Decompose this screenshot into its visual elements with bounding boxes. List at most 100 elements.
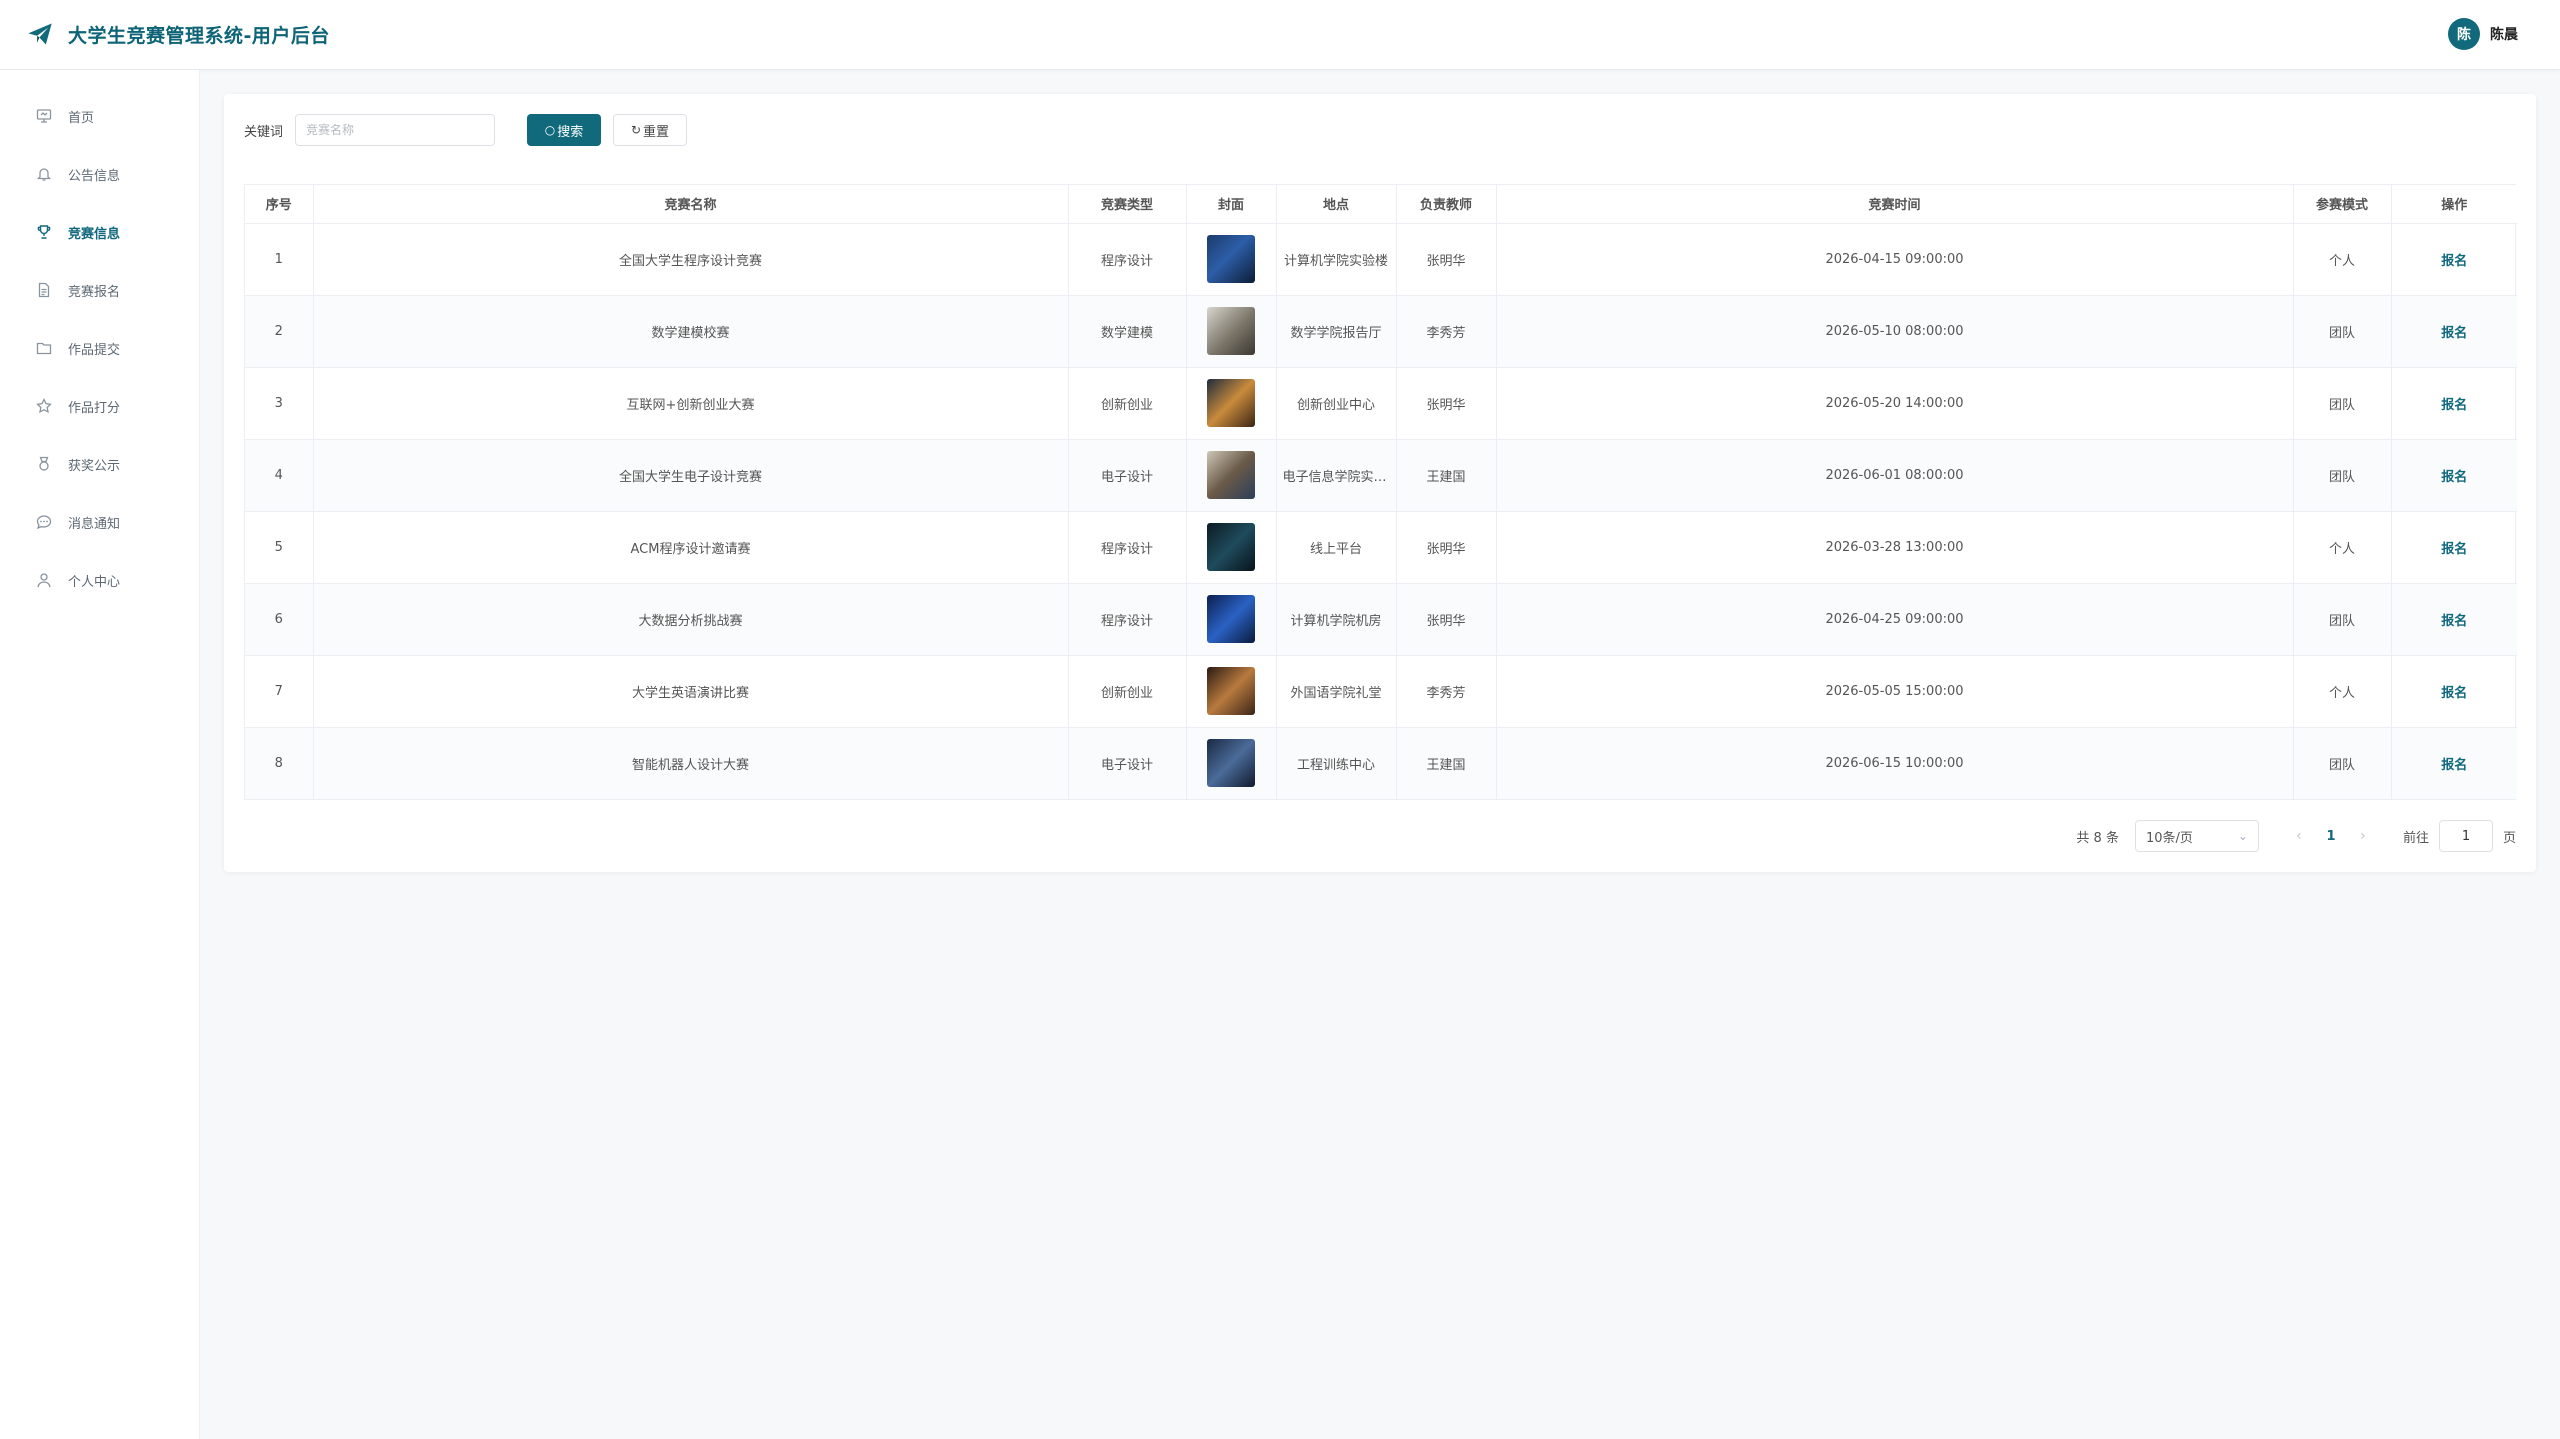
pagination: 共 8 条 10条/页 ⌄ ‹ 1 › 前往 页: [2076, 820, 2516, 852]
goto-page-input[interactable]: [2438, 820, 2493, 852]
cell-teacher: 张明华: [1396, 511, 1497, 584]
col-header-name: 竞赛名称: [313, 185, 1069, 224]
cell-cover: [1186, 223, 1277, 296]
cover-image[interactable]: [1207, 523, 1255, 571]
cell-action: 报名: [2391, 223, 2517, 296]
sidebar-item-awards[interactable]: 获奖公示: [0, 444, 200, 484]
goto-label: 前往: [2402, 830, 2429, 846]
sidebar-item-label: 竞赛报名: [68, 284, 121, 300]
cell-cover: [1186, 727, 1277, 799]
table-row: 7 大学生英语演讲比赛 创新创业 外国语学院礼堂 李秀芳 2026-05-05 15:00…: [245, 655, 2517, 728]
sidebar-item-registration[interactable]: 竞赛报名: [0, 270, 200, 310]
sidebar-item-label: 作品提交: [68, 342, 121, 358]
register-link[interactable]: 报名: [2441, 686, 2467, 701]
cell-place: 数学学院报告厅: [1276, 295, 1397, 368]
avatar[interactable]: 陈: [2448, 18, 2480, 50]
cell-time: 2026-05-10 08:00:00: [1496, 295, 2294, 368]
search-button-label: 搜索: [557, 124, 584, 140]
prev-page-button[interactable]: ‹: [2283, 828, 2315, 844]
col-header-no: 序号: [245, 185, 314, 224]
cell-action: 报名: [2391, 511, 2517, 584]
col-header-cover: 封面: [1186, 185, 1277, 224]
register-link[interactable]: 报名: [2441, 614, 2467, 629]
cover-image[interactable]: [1207, 595, 1255, 643]
brand[interactable]: 大学生竞赛管理系统-用户后台: [26, 20, 330, 48]
cell-type: 程序设计: [1068, 583, 1187, 656]
register-link[interactable]: 报名: [2441, 758, 2467, 773]
cell-action: 报名: [2391, 727, 2517, 799]
user-menu[interactable]: 陈 陈晨: [2448, 18, 2518, 50]
sidebar-item-label: 获奖公示: [68, 458, 121, 474]
cell-name: 大学生英语演讲比赛: [313, 655, 1069, 728]
username[interactable]: 陈晨: [2490, 24, 2518, 44]
sidebar-item-announcements[interactable]: 公告信息: [0, 154, 200, 194]
cell-no: 1: [245, 223, 314, 296]
table-row: 1 全国大学生程序设计竞赛 程序设计 计算机学院实验楼 张明华 2026-04-15 09…: [245, 223, 2517, 296]
reset-button[interactable]: ↻ 重置: [613, 114, 688, 146]
cell-no: 6: [245, 583, 314, 656]
register-link[interactable]: 报名: [2441, 326, 2467, 341]
cell-type: 电子设计: [1068, 439, 1187, 512]
sidebar-item-scoring[interactable]: 作品打分: [0, 386, 200, 426]
keyword-input[interactable]: [295, 114, 496, 146]
cover-image[interactable]: [1207, 379, 1255, 427]
cell-action: 报名: [2391, 655, 2517, 728]
sidebar-item-messages[interactable]: 消息通知: [0, 502, 200, 542]
cell-time: 2026-03-28 13:00:00: [1496, 511, 2294, 584]
cell-teacher: 李秀芳: [1396, 655, 1497, 728]
register-link[interactable]: 报名: [2441, 470, 2467, 485]
register-link[interactable]: 报名: [2441, 398, 2467, 413]
reset-button-label: 重置: [643, 124, 670, 140]
top-header: 大学生竞赛管理系统-用户后台 陈 陈晨: [0, 0, 2560, 70]
cover-image[interactable]: [1207, 235, 1255, 283]
cell-place: 计算机学院实验楼: [1276, 223, 1397, 296]
cell-type: 创新创业: [1068, 367, 1187, 440]
cover-image[interactable]: [1207, 451, 1255, 499]
table-row: 8 智能机器人设计大赛 电子设计 工程训练中心 王建国 2026-06-15 10:00:…: [245, 727, 2517, 799]
cover-image[interactable]: [1207, 667, 1255, 715]
cell-cover: [1186, 511, 1277, 584]
cell-no: 7: [245, 655, 314, 728]
cell-name: 大数据分析挑战赛: [313, 583, 1069, 656]
cell-time: 2026-04-15 09:00:00: [1496, 223, 2294, 296]
cell-no: 3: [245, 367, 314, 440]
cover-image[interactable]: [1207, 307, 1255, 355]
table-row: 5 ACM程序设计邀请赛 程序设计 线上平台 张明华 2026-03-28 13:00:0…: [245, 511, 2517, 584]
sidebar-item-profile[interactable]: 个人中心: [0, 560, 200, 600]
table-row: 3 互联网+创新创业大赛 创新创业 创新创业中心 张明华 2026-05-20 14:00…: [245, 367, 2517, 440]
sidebar-item-label: 作品打分: [68, 400, 121, 416]
col-header-action: 操作: [2391, 185, 2517, 224]
page-size-select[interactable]: 10条/页 ⌄: [2134, 820, 2259, 852]
competition-list-card: 关键词 ○ 搜索 ↻ 重置 序号 竞赛名称 竞赛类型 封面 地点: [224, 94, 2536, 872]
cell-place: 计算机学院机房: [1276, 583, 1397, 656]
sidebar-item-label: 个人中心: [68, 574, 121, 590]
cell-cover: [1186, 367, 1277, 440]
next-page-button[interactable]: ›: [2347, 828, 2379, 844]
cell-time: 2026-06-15 10:00:00: [1496, 727, 2294, 799]
cell-teacher: 张明华: [1396, 583, 1497, 656]
cover-image[interactable]: [1207, 739, 1255, 788]
sidebar-item-label: 首页: [68, 110, 95, 126]
sidebar-item-home[interactable]: 首页: [0, 96, 200, 136]
register-link[interactable]: 报名: [2441, 254, 2467, 269]
trophy-icon: [37, 225, 51, 239]
sidebar-item-submission[interactable]: 作品提交: [0, 328, 200, 368]
search-button[interactable]: ○ 搜索: [527, 114, 602, 146]
bell-icon: [36, 168, 52, 181]
cell-no: 4: [245, 439, 314, 512]
page-number[interactable]: 1: [2315, 829, 2347, 844]
cell-action: 报名: [2391, 439, 2517, 512]
cell-name: ACM程序设计邀请赛: [313, 511, 1069, 584]
cell-place: 工程训练中心: [1276, 727, 1397, 799]
page-size-value: 10条/页: [2145, 830, 2193, 846]
cell-name: 互联网+创新创业大赛: [313, 367, 1069, 440]
cell-teacher: 张明华: [1396, 223, 1497, 296]
star-icon: [36, 398, 52, 414]
col-header-type: 竞赛类型: [1068, 185, 1187, 224]
sidebar: 首页 公告信息 竞赛信息 竞赛报名 作品提交 作品打分 获奖公示 消息通知 个人…: [0, 70, 200, 1439]
screen-icon: [36, 109, 52, 123]
search-icon: ○: [544, 123, 556, 137]
cell-place: 创新创业中心: [1276, 367, 1397, 440]
sidebar-item-competitions[interactable]: 竞赛信息: [0, 212, 200, 252]
register-link[interactable]: 报名: [2441, 542, 2467, 557]
